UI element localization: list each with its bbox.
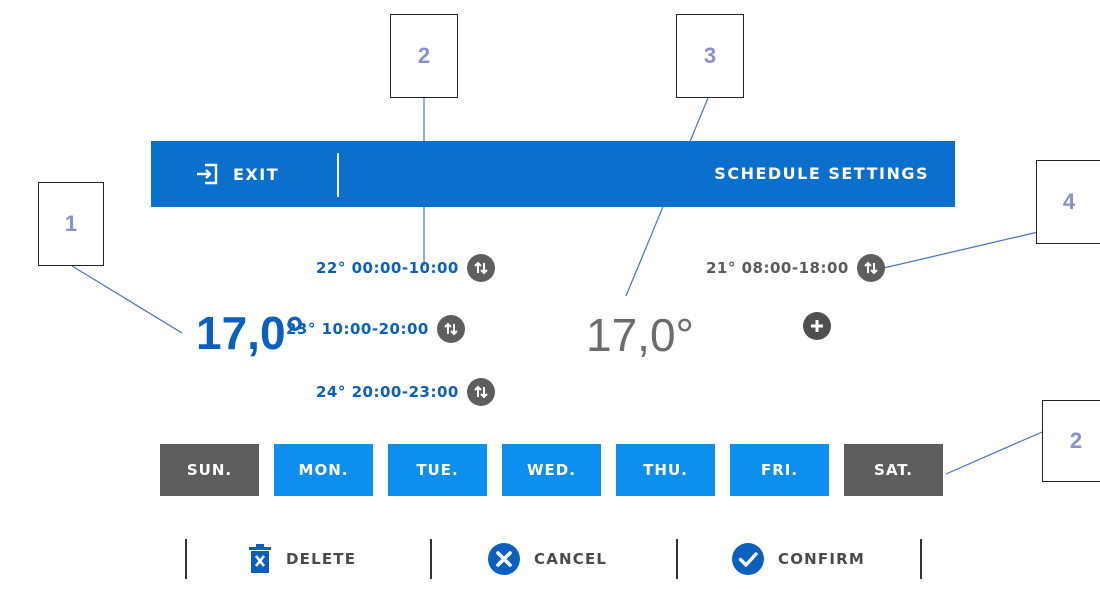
day-sun[interactable]: SUN. [160, 444, 259, 496]
cancel-icon [488, 543, 520, 575]
callout-3: 3 [676, 14, 744, 98]
day-fri[interactable]: FRI. [730, 444, 829, 496]
interval-right-1-time: 08:00-18:00 [741, 259, 849, 277]
interval-2-time: 10:00-20:00 [321, 320, 429, 338]
day-tue[interactable]: TUE. [388, 444, 487, 496]
day-thu[interactable]: THU. [616, 444, 715, 496]
action-divider [430, 539, 432, 579]
interval-3-temp: 24° [316, 383, 346, 401]
day-mon[interactable]: MON. [274, 444, 373, 496]
interval-3-time: 20:00-23:00 [351, 383, 459, 401]
cancel-label: CANCEL [534, 550, 608, 568]
day-wed[interactable]: WED. [502, 444, 601, 496]
swap-icon[interactable] [466, 378, 495, 406]
add-icon[interactable] [803, 312, 831, 340]
delete-label: DELETE [286, 550, 357, 568]
callout-1: 1 [38, 182, 104, 266]
interval-1-temp: 22° [316, 259, 346, 277]
callout-2-right: 2 [1042, 400, 1100, 482]
exit-label: EXIT [233, 164, 280, 184]
exit-button[interactable]: EXIT [195, 141, 279, 207]
interval-right-1[interactable]: 21° 08:00-18:00 [706, 254, 885, 282]
header-bar: EXIT SCHEDULE SETTINGS [151, 141, 955, 207]
interval-3[interactable]: 24° 20:00-23:00 [316, 378, 495, 406]
header-divider [337, 153, 339, 197]
day-sat[interactable]: SAT. [844, 444, 943, 496]
interval-1[interactable]: 22° 00:00-10:00 [316, 254, 495, 282]
swap-icon[interactable] [436, 315, 465, 343]
action-divider [185, 539, 187, 579]
callout-4: 4 [1036, 160, 1100, 244]
callout-leader-lines [71, 97, 1043, 475]
trash-icon [249, 544, 271, 573]
interval-right-1-temp: 21° [706, 259, 736, 277]
delete-button[interactable]: DELETE [248, 536, 356, 582]
action-divider [676, 539, 678, 579]
swap-icon[interactable] [856, 254, 885, 282]
action-divider [920, 539, 922, 579]
exit-icon [197, 163, 218, 185]
interval-2-temp: 23° [286, 320, 316, 338]
confirm-label: CONFIRM [778, 550, 866, 568]
confirm-icon [732, 543, 764, 575]
cancel-button[interactable]: CANCEL [488, 536, 607, 582]
confirm-button[interactable]: CONFIRM [732, 536, 865, 582]
interval-1-time: 00:00-10:00 [351, 259, 459, 277]
page-title: SCHEDULE SETTINGS [714, 164, 929, 183]
default-temperature: 17,0° [586, 309, 694, 361]
callout-2-top: 2 [390, 14, 458, 98]
interval-2[interactable]: 23° 10:00-20:00 [286, 315, 465, 343]
swap-icon[interactable] [466, 254, 495, 282]
